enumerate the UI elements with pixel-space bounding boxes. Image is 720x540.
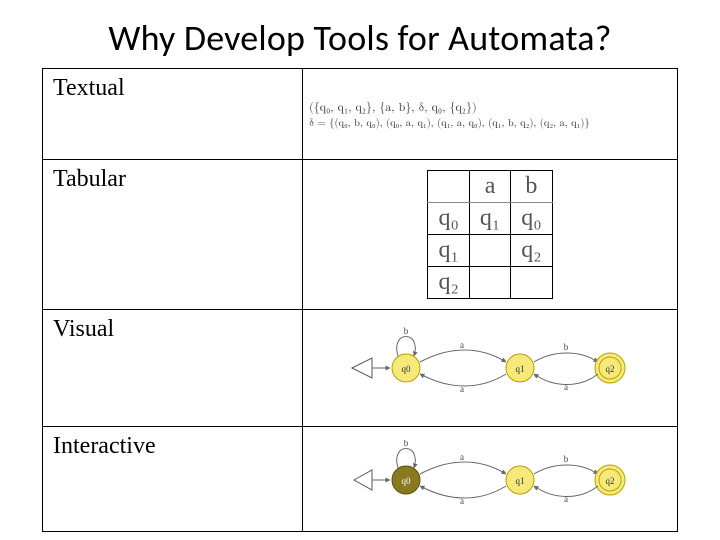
transition-header: a b (428, 171, 552, 203)
row-label-tabular: Tabular (43, 160, 303, 310)
state-cell: q₁ (428, 235, 469, 267)
edge-label: a (460, 384, 464, 394)
edge-label: b (404, 440, 409, 448)
interactive-cell: q0 b a q1 a b q2 a (303, 427, 678, 532)
edge-label: a (460, 452, 464, 462)
row-label-interactive: Interactive (43, 427, 303, 532)
trans-cell (469, 267, 510, 299)
comparison-table: Textual ({q₀, q₁, q₂}, {a, b}, δ, q₀, {q… (42, 68, 678, 532)
state-label: q2 (606, 364, 615, 374)
table-row: Textual ({q₀, q₁, q₂}, {a, b}, δ, q₀, {q… (43, 69, 678, 160)
table-row: Interactive q0 b a (43, 427, 678, 532)
textual-cell: ({q₀, q₁, q₂}, {a, b}, δ, q₀, {q₂}) δ = … (303, 69, 678, 160)
tuple-line1: ({q₀, q₁, q₂}, {a, b}, δ, q₀, {q₂}) (309, 99, 673, 117)
edge-label: a (460, 496, 464, 506)
trans-cell: q₂ (511, 235, 552, 267)
table-row: Tabular a b q₀ q₁ q₀ q₁ (43, 160, 678, 310)
state-label: q2 (606, 476, 615, 486)
edge-label: b (404, 326, 409, 336)
table-row: Visual q0 b (43, 310, 678, 427)
edge-label: a (564, 382, 568, 392)
state-cell: q₀ (428, 203, 469, 235)
row-label-textual: Textual (43, 69, 303, 160)
slide: Why Develop Tools for Automata? Textual … (0, 0, 720, 540)
transition-row: q₁ q₂ (428, 235, 552, 267)
tuple-line2: δ = {(q₀, b, q₀), (q₀, a, q₁), (q₁, a, q… (309, 117, 673, 133)
transition-row: q₀ q₁ q₀ (428, 203, 552, 235)
transition-row: q₂ (428, 267, 552, 299)
trans-cell (511, 267, 552, 299)
row-label-visual: Visual (43, 310, 303, 427)
col-b: b (511, 171, 552, 203)
visual-cell: q0 b a q1 a b (303, 310, 678, 427)
state-label: q0 (402, 364, 412, 374)
edge-label: a (564, 494, 568, 504)
trans-cell: q₀ (511, 203, 552, 235)
state-label: q0 (402, 476, 412, 486)
trans-cell: q₁ (469, 203, 510, 235)
transition-table: a b q₀ q₁ q₀ q₁ q₂ q₂ (427, 170, 552, 299)
edge-label: b (564, 342, 569, 352)
state-cell: q₂ (428, 267, 469, 299)
tabular-cell: a b q₀ q₁ q₀ q₁ q₂ q₂ (303, 160, 678, 310)
trans-cell (469, 235, 510, 267)
state-label: q1 (516, 476, 525, 486)
automaton-diagram-icon: q0 b a q1 a b (340, 326, 640, 410)
edge-label: b (564, 454, 569, 464)
slide-title: Why Develop Tools for Automata? (0, 0, 720, 68)
automaton-diagram-interactive-icon: q0 b a q1 a b q2 a (340, 440, 640, 518)
automaton-tuple: ({q₀, q₁, q₂}, {a, b}, δ, q₀, {q₂}) δ = … (307, 95, 673, 133)
edge-label: a (460, 340, 464, 350)
col-a: a (469, 171, 510, 203)
state-label: q1 (516, 364, 525, 374)
